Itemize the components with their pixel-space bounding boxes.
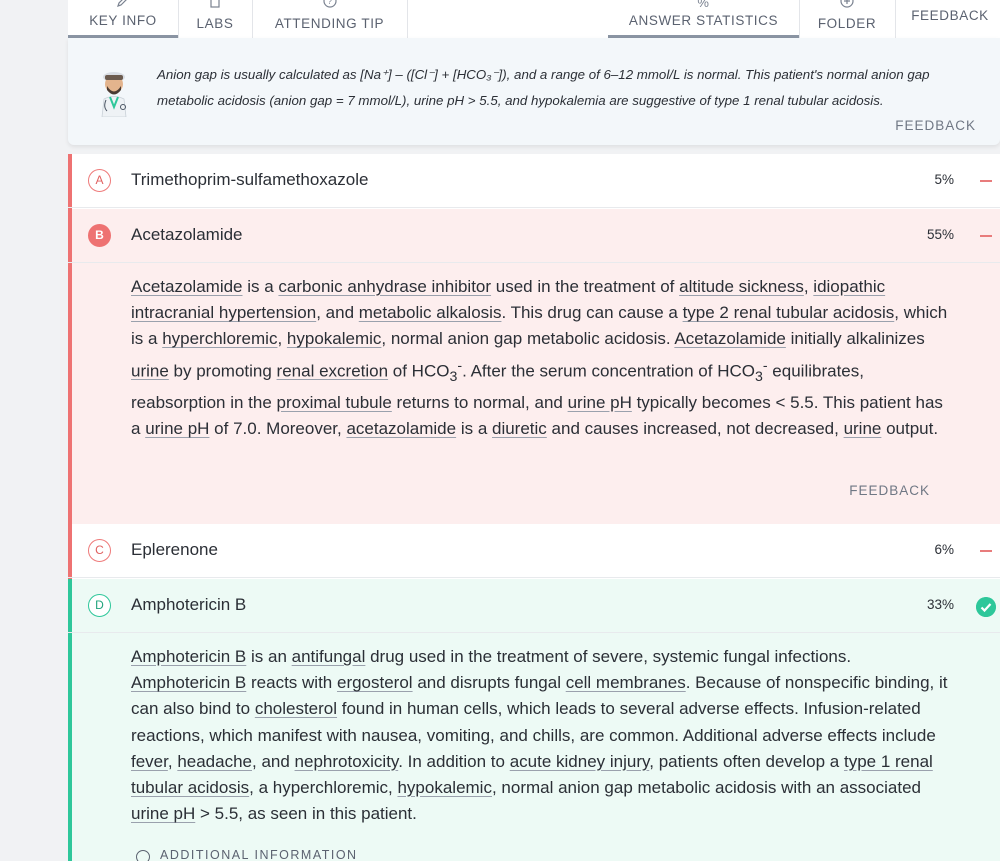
tab-folder[interactable]: FOLDER — [799, 0, 895, 38]
term-link[interactable]: cholesterol — [255, 699, 337, 718]
answer-text: Eplerenone — [131, 540, 218, 559]
term-link[interactable]: nephrotoxicity — [295, 752, 399, 771]
attending-tip-text: Anion gap is usually calculated as [Na⁺]… — [157, 62, 987, 114]
answer-option-b[interactable]: B Acetazolamide 55% Acetazolamide is a c… — [68, 209, 1000, 524]
term-link[interactable]: urine — [844, 419, 882, 438]
term-link[interactable]: antifungal — [292, 647, 366, 666]
question-explanation-page: KEY INFO LABS ? ATTENDING TIP % ANSWER S… — [0, 0, 1000, 861]
answer-row-header[interactable]: B Acetazolamide 55% — [68, 209, 1000, 263]
term-link[interactable]: Amphotericin B — [131, 673, 246, 692]
tab-folder-label: FOLDER — [817, 16, 877, 31]
answer-percent: 33% — [926, 597, 954, 612]
expand-circle-icon — [136, 850, 150, 861]
incorrect-dash-icon — [980, 235, 992, 237]
term-link[interactable]: urine pH — [145, 419, 209, 438]
add-circle-icon — [840, 0, 854, 8]
term-link[interactable]: hypokalemic — [287, 329, 382, 348]
tab-labs[interactable]: LABS — [178, 0, 252, 38]
answer-option-d[interactable]: D Amphotericin B 33% Amphotericin B is a… — [68, 579, 1000, 861]
answer-text: Trimethoprim-sulfamethoxazole — [131, 170, 369, 189]
answer-row-header[interactable]: C Eplerenone 6% — [68, 524, 1000, 578]
term-link[interactable]: renal excretion — [277, 361, 389, 380]
answer-letter-badge: B — [88, 224, 111, 247]
answer-percent: 5% — [934, 172, 954, 187]
term-link[interactable]: fever — [131, 752, 168, 771]
answer-percent: 6% — [934, 542, 954, 557]
explanation-text: Acetazolamide is a carbonic anhydrase in… — [131, 277, 948, 439]
tab-key-info[interactable]: KEY INFO — [68, 0, 178, 38]
correct-check-icon — [976, 597, 996, 617]
answer-text: Acetazolamide — [131, 225, 243, 244]
answer-letter-badge: D — [88, 594, 111, 617]
answer-percent: 55% — [926, 227, 954, 242]
answer-row-header[interactable]: A Trimethoprim-sulfamethoxazole 5% — [68, 154, 1000, 208]
answer-letter-badge: C — [88, 539, 111, 562]
term-link[interactable]: type 2 renal tubular acidosis — [683, 303, 895, 322]
term-link[interactable]: altitude sickness — [679, 277, 804, 296]
term-link[interactable]: hyperchloremic — [162, 329, 277, 348]
svg-text:?: ? — [327, 0, 332, 6]
pencil-icon — [117, 0, 127, 7]
answer-text: Amphotericin B — [131, 595, 247, 614]
tab-answer-statistics-label: ANSWER STATISTICS — [628, 13, 779, 28]
tab-attending-tip-label: ATTENDING TIP — [274, 16, 385, 31]
term-link[interactable]: carbonic anhydrase inhibitor — [278, 277, 491, 296]
term-link[interactable]: cell membranes — [566, 673, 686, 692]
incorrect-dash-icon — [980, 180, 992, 182]
tip-feedback-button[interactable]: FEEDBACK — [895, 118, 976, 133]
attending-tip-card: Anion gap is usually calculated as [Na⁺]… — [68, 38, 1000, 145]
answer-option-a[interactable]: A Trimethoprim-sulfamethoxazole 5% — [68, 154, 1000, 209]
term-link[interactable]: Acetazolamide — [674, 329, 786, 348]
tab-answer-statistics[interactable]: % ANSWER STATISTICS — [608, 0, 799, 38]
additional-information-label: ADDITIONAL INFORMATION — [160, 848, 358, 861]
toolbar: KEY INFO LABS ? ATTENDING TIP % ANSWER S… — [68, 0, 1000, 38]
tip-line-1: Anion gap is usually calculated as [Na⁺]… — [157, 67, 930, 82]
tab-labs-label: LABS — [196, 16, 234, 31]
term-link[interactable]: Acetazolamide — [131, 277, 243, 296]
term-link[interactable]: proximal tubule — [277, 393, 392, 412]
doctor-avatar-icon — [101, 72, 127, 117]
answer-option-c[interactable]: C Eplerenone 6% — [68, 524, 1000, 579]
answer-letter-badge: A — [88, 169, 111, 192]
term-link[interactable]: acute kidney injury — [510, 752, 650, 771]
term-link[interactable]: metabolic alkalosis — [359, 303, 502, 322]
term-link[interactable]: acetazolamide — [346, 419, 456, 438]
incorrect-dash-icon — [980, 550, 992, 552]
term-link[interactable]: Amphotericin B — [131, 647, 246, 666]
answer-row-header[interactable]: D Amphotericin B 33% — [68, 579, 1000, 633]
tip-line-2: metabolic acidosis (anion gap = 7 mmol/L… — [157, 93, 884, 108]
additional-information-toggle[interactable]: ADDITIONAL INFORMATION — [136, 848, 358, 861]
explanation-feedback-button[interactable]: FEEDBACK — [849, 483, 930, 498]
tab-attending-tip[interactable]: ? ATTENDING TIP — [252, 0, 407, 38]
term-link[interactable]: headache — [177, 752, 252, 771]
question-circle-icon: ? — [322, 0, 337, 8]
term-link[interactable]: urine pH — [568, 393, 632, 412]
percent-icon: % — [697, 0, 710, 10]
clipboard-icon — [210, 0, 220, 8]
term-link[interactable]: diuretic — [492, 419, 547, 438]
tab-key-info-label: KEY INFO — [89, 13, 157, 28]
explanation-text: Amphotericin B is an antifungal drug use… — [131, 647, 948, 824]
divider — [407, 0, 408, 38]
term-link[interactable]: urine pH — [131, 804, 195, 823]
term-link[interactable]: ergosterol — [337, 673, 413, 692]
tab-feedback-label: FEEDBACK — [911, 8, 989, 23]
term-link[interactable]: hypokalemic — [397, 778, 492, 797]
term-link[interactable]: urine — [131, 361, 169, 380]
tab-feedback[interactable]: FEEDBACK — [895, 0, 1000, 38]
